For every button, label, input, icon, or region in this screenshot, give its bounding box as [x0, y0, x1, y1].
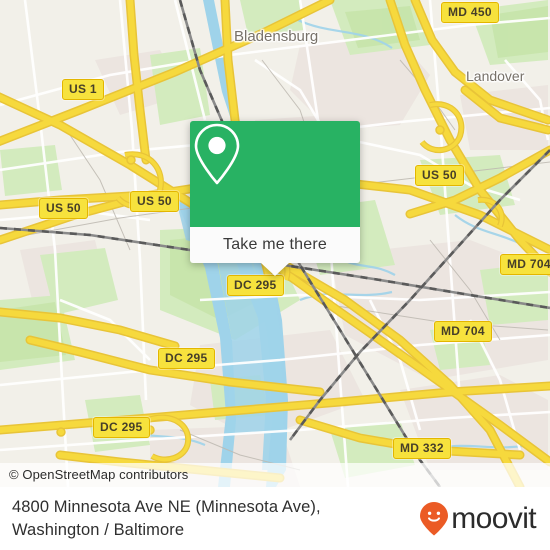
- shield-dc-295-top[interactable]: DC 295: [227, 275, 284, 296]
- shield-md-704-upper[interactable]: MD 704: [500, 254, 550, 275]
- address-text: 4800 Minnesota Ave NE (Minnesota Ave), W…: [12, 496, 321, 542]
- shield-md-704-lower[interactable]: MD 704: [434, 321, 492, 342]
- shield-us-50-right[interactable]: US 50: [415, 165, 464, 186]
- address-line-2: Washington / Baltimore: [12, 520, 185, 539]
- card-pin-area: [190, 121, 360, 227]
- address-footer: 4800 Minnesota Ave NE (Minnesota Ave), W…: [0, 487, 550, 550]
- moovit-smiley-pin-icon: [420, 501, 449, 535]
- osm-attribution[interactable]: © OpenStreetMap contributors: [0, 463, 550, 487]
- address-line-1: 4800 Minnesota Ave NE (Minnesota Ave),: [12, 497, 321, 516]
- moovit-logo[interactable]: moovit: [419, 501, 537, 537]
- shield-md-450[interactable]: MD 450: [441, 2, 499, 23]
- map-screenshot: Bladensburg Landover MD 450 US 1 US 50 U…: [0, 0, 550, 550]
- shield-md-332[interactable]: MD 332: [393, 438, 451, 459]
- shield-us-50-left[interactable]: US 50: [39, 198, 88, 219]
- shield-dc-295-low[interactable]: DC 295: [93, 417, 150, 438]
- footer-content: 4800 Minnesota Ave NE (Minnesota Ave), W…: [0, 487, 550, 550]
- take-me-there-button[interactable]: Take me there: [190, 227, 360, 263]
- map-pin-icon: [194, 123, 240, 185]
- map-canvas[interactable]: Bladensburg Landover MD 450 US 1 US 50 U…: [0, 0, 550, 487]
- take-me-there-card[interactable]: Take me there: [190, 121, 360, 276]
- shield-us-1[interactable]: US 1: [62, 79, 104, 100]
- shield-us-50-mid[interactable]: US 50: [130, 191, 179, 212]
- shield-dc-295-mid[interactable]: DC 295: [158, 348, 215, 369]
- moovit-wordmark: moovit: [451, 501, 536, 535]
- card-pointer-tail: [261, 263, 289, 276]
